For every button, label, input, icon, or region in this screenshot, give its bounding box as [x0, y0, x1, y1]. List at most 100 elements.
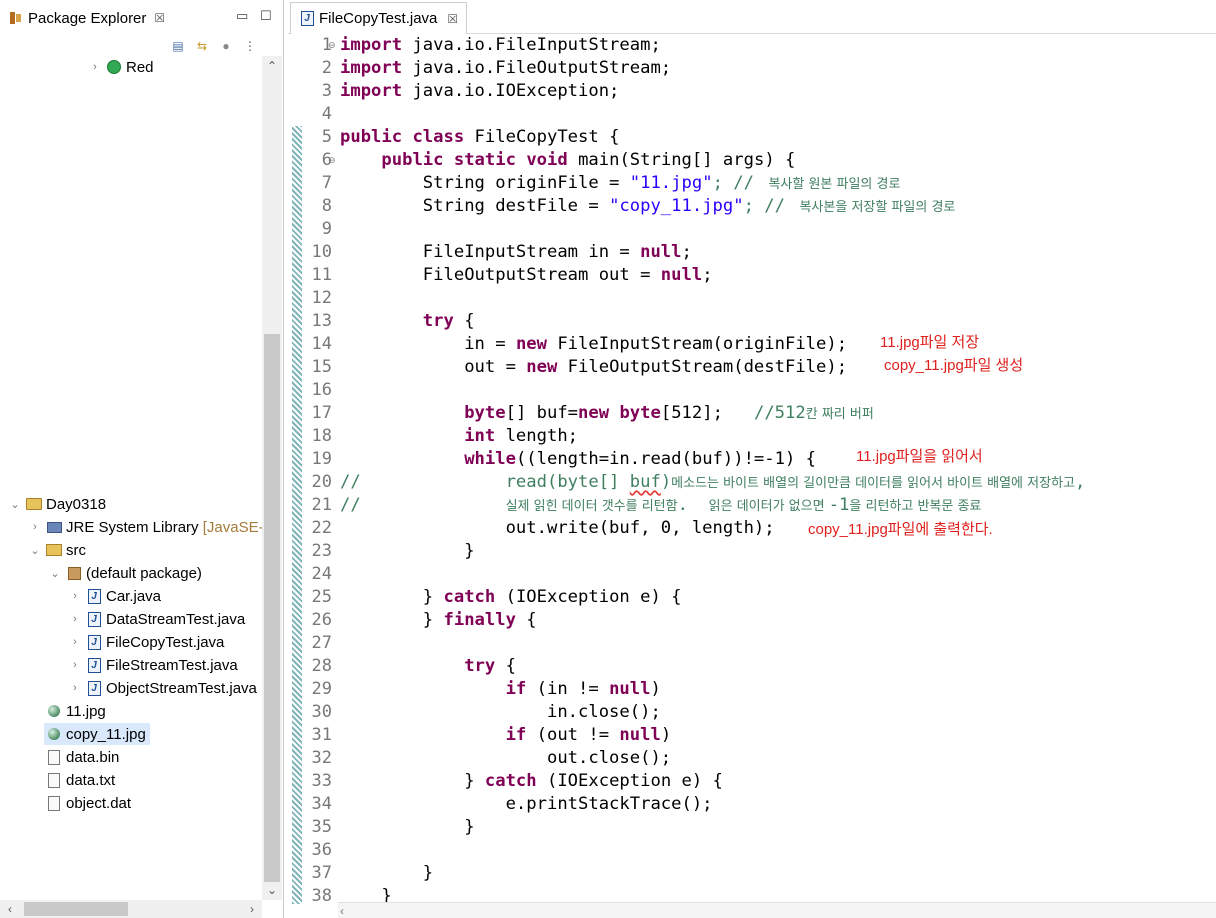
- code-line-31[interactable]: if (out != null): [340, 724, 672, 747]
- code-line-13[interactable]: try {: [340, 310, 475, 333]
- code-line-38[interactable]: }: [340, 885, 391, 902]
- collapse-all-icon[interactable]: ▤: [170, 38, 186, 54]
- tree-item-object-dat[interactable]: object.dat: [46, 792, 131, 814]
- maximize-icon[interactable]: ☐: [260, 8, 272, 24]
- code-line-1[interactable]: import java.io.FileInputStream;: [340, 34, 661, 57]
- code-line-5[interactable]: public class FileCopyTest {: [340, 126, 619, 149]
- java-file-icon: [86, 634, 102, 650]
- code-line-10[interactable]: FileInputStream in = null;: [340, 241, 692, 264]
- code-line-11[interactable]: FileOutputStream out = null;: [340, 264, 713, 287]
- tree-item-jre-library[interactable]: › JRE System Library [JavaSE-1.: [28, 516, 276, 538]
- code-line-2[interactable]: import java.io.FileOutputStream;: [340, 57, 671, 80]
- code-line-7[interactable]: String originFile = "11.jpg"; // 복사할 원본 …: [340, 172, 901, 195]
- close-icon[interactable]: ☒: [447, 12, 458, 26]
- code-line-22[interactable]: out.write(buf, 0, length);: [340, 517, 775, 540]
- expand-icon[interactable]: ›: [68, 682, 82, 694]
- expand-icon[interactable]: ›: [28, 521, 42, 533]
- explorer-horizontal-scrollbar[interactable]: ‹ ›: [0, 900, 262, 918]
- editor-tab-filecopytest[interactable]: FileCopyTest.java ☒: [290, 2, 468, 34]
- comment: 메소드는 바이트 배열의 길이만큼 데이터를 읽어서 바이트 배열에 저장하고: [671, 476, 1075, 491]
- scroll-up-icon[interactable]: ⌃: [262, 56, 282, 76]
- scroll-down-icon[interactable]: ⌄: [262, 880, 282, 900]
- line-number: 13: [311, 311, 332, 331]
- code-line-21[interactable]: // 실제 읽힌 데이터 갯수를 리턴함. 읽은 데이터가 없으면 -1을 리턴…: [340, 494, 981, 517]
- filters-icon[interactable]: ●: [218, 38, 234, 54]
- line-number: 34: [311, 794, 332, 814]
- collapse-icon[interactable]: ⌄: [28, 544, 42, 557]
- fold-toggle-icon[interactable]: ⊖: [328, 149, 338, 172]
- comment: 칸 짜리 버퍼: [805, 407, 874, 422]
- package-explorer-tab[interactable]: Package Explorer ☒: [2, 2, 172, 34]
- keyword: import: [340, 35, 403, 55]
- collapse-icon[interactable]: ⌄: [48, 567, 62, 580]
- expand-icon[interactable]: ›: [68, 659, 82, 671]
- code-line-19[interactable]: while((length=in.read(buf))!=-1) {: [340, 448, 816, 471]
- explorer-vertical-scrollbar[interactable]: ⌃ ⌄: [262, 56, 282, 900]
- code-line-6[interactable]: public static void main(String[] args) {: [340, 149, 795, 172]
- code-line-23[interactable]: }: [340, 540, 474, 563]
- expand-icon[interactable]: ›: [68, 613, 82, 625]
- code-line-20[interactable]: // read(byte[] buf)메소드는 바이트 배열의 길이만큼 데이터…: [340, 471, 1085, 494]
- tree-item-car-java[interactable]: › Car.java: [68, 585, 161, 607]
- code-line-3[interactable]: import java.io.IOException;: [340, 80, 619, 103]
- tree-item-copy-11-jpg[interactable]: copy_11.jpg: [44, 723, 150, 745]
- code-line-34[interactable]: e.printStackTrace();: [340, 793, 713, 816]
- tree-item-filestreamtest-java[interactable]: › FileStreamTest.java: [68, 654, 238, 676]
- line-number: 8: [321, 196, 332, 216]
- close-icon[interactable]: ☒: [154, 11, 165, 25]
- tree-item-data-txt[interactable]: data.txt: [46, 769, 115, 791]
- project-folder-icon: [26, 496, 42, 512]
- tree-item-src[interactable]: ⌄ src: [28, 539, 86, 561]
- tree-item-filecopytest-java[interactable]: › FileCopyTest.java: [68, 631, 224, 653]
- code-line-18[interactable]: int length;: [340, 425, 578, 448]
- tree-item-11-jpg[interactable]: 11.jpg: [46, 700, 106, 722]
- code-editor[interactable]: 1 ⊖ 2 3 4 5 6 ⊖ 7 8 9 10 11 12 13 14 15 16 17 18 19 20 21 22 23 2…: [302, 34, 1216, 902]
- code-line-8[interactable]: String destFile = "copy_11.jpg"; // 복사본을…: [340, 195, 956, 218]
- line-number: 28: [311, 656, 332, 676]
- code-line-33[interactable]: } catch (IOException e) {: [340, 770, 723, 793]
- scroll-thumb[interactable]: [264, 334, 280, 882]
- tree-item-objectstreamtest-java[interactable]: › ObjectStreamTest.java: [68, 677, 257, 699]
- code-line-26[interactable]: } finally {: [340, 609, 537, 632]
- code-line-25[interactable]: } catch (IOException e) {: [340, 586, 682, 609]
- link-with-editor-icon[interactable]: ⇆: [194, 38, 210, 54]
- code-text: [512];: [660, 403, 754, 423]
- minimize-icon[interactable]: ▭: [236, 8, 248, 24]
- code-line-29[interactable]: if (in != null): [340, 678, 661, 701]
- code-text: FileInputStream in =: [422, 242, 641, 262]
- keyword: null: [640, 242, 682, 262]
- expand-icon[interactable]: ›: [68, 590, 82, 602]
- scroll-left-icon[interactable]: ‹: [340, 903, 344, 918]
- comment: -1: [828, 495, 850, 515]
- code-line-15[interactable]: out = new FileOutputStream(destFile);: [340, 356, 847, 379]
- scroll-left-icon[interactable]: ‹: [0, 900, 20, 918]
- expand-icon[interactable]: ›: [88, 61, 102, 73]
- scroll-thumb[interactable]: [24, 902, 128, 916]
- keyword: try: [464, 656, 496, 676]
- tree-item-day0318[interactable]: ⌄ Day0318: [8, 493, 106, 515]
- line-number: 5: [321, 127, 332, 147]
- tree-item-red[interactable]: › Red: [88, 56, 153, 78]
- editor-horizontal-scrollbar[interactable]: ‹: [338, 902, 1216, 918]
- code-line-32[interactable]: out.close();: [340, 747, 671, 770]
- expand-icon[interactable]: ›: [68, 636, 82, 648]
- code-line-14[interactable]: in = new FileInputStream(originFile);: [340, 333, 847, 356]
- code-line-30[interactable]: in.close();: [340, 701, 661, 724]
- tree-item-datastreamtest-java[interactable]: › DataStreamTest.java: [68, 608, 245, 630]
- code-line-28[interactable]: try {: [340, 655, 516, 678]
- code-line-17[interactable]: byte[] buf=new byte[512]; //512칸 짜리 버퍼: [340, 402, 874, 425]
- package-explorer-tab-label: Package Explorer: [28, 9, 147, 27]
- editor-tab-label: FileCopyTest.java: [319, 10, 438, 27]
- collapse-icon[interactable]: ⌄: [8, 498, 22, 511]
- line-number: 26: [311, 610, 332, 630]
- tree-item-data-bin[interactable]: data.bin: [46, 746, 119, 768]
- code-line-37[interactable]: }: [340, 862, 433, 885]
- scroll-right-icon[interactable]: ›: [242, 900, 262, 918]
- annotation-note: copy_11.jpg파일에 출력한다.: [808, 521, 993, 538]
- comment: ; //: [743, 196, 796, 216]
- code-text: length;: [495, 426, 579, 446]
- code-line-35[interactable]: }: [340, 816, 474, 839]
- tree-item-default-package[interactable]: ⌄ (default package): [48, 562, 202, 584]
- fold-toggle-icon[interactable]: ⊖: [328, 34, 338, 57]
- view-menu-icon[interactable]: ⋮: [242, 38, 258, 54]
